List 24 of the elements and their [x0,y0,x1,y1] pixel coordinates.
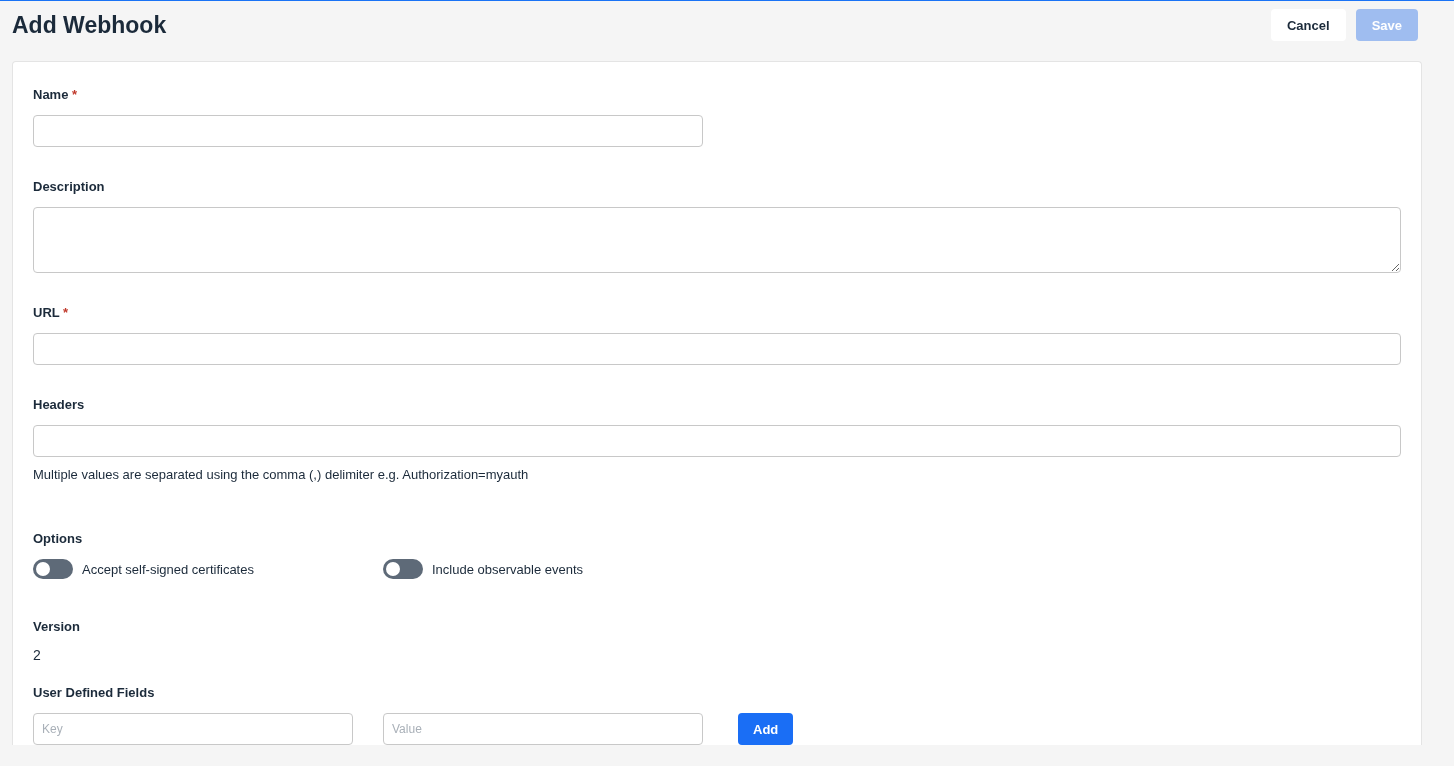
field-label: Headers [33,396,86,414]
toggle-label: Include observable events [432,561,584,577]
value-field[interactable]: Value [383,713,703,745]
version-value: 2 [33,646,42,665]
cancel-button[interactable]: Cancel [1271,9,1346,41]
toggle-switch[interactable]: Include observable events [383,559,733,579]
toggle-label: Accept self-signed certificates [82,561,254,577]
input-field[interactable] [33,333,1401,365]
field-label: URL * [33,304,70,322]
section-label: Options [33,530,84,548]
field-label: Description [33,178,106,196]
input-field[interactable] [33,425,1401,457]
switch-track[interactable] [383,559,423,579]
toggle-switch[interactable]: Accept self-signed certificates [33,559,383,579]
field-label: Name * [33,86,79,104]
switch-track[interactable] [33,559,73,579]
input-field[interactable] [33,115,703,147]
section-label: Version [33,618,81,636]
text-area[interactable] [33,207,1401,273]
hint-text: Multiple values are separated using the comma (,) delimiter e.g. Authorization=myauth [33,466,530,484]
key-field[interactable]: Key [33,713,353,745]
add-button[interactable]: Add [738,713,794,745]
page-title: Add Webhook [12,11,167,39]
section-label: User Defined Fields [33,684,156,702]
